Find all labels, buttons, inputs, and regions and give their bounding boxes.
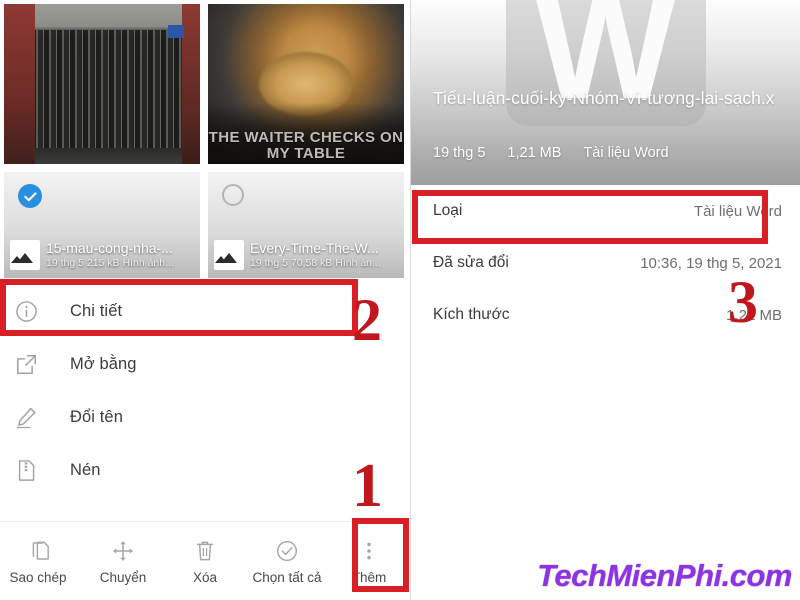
- file-meta: 19 thg 5 70,58 kB Hình ản...: [250, 257, 381, 269]
- file-label-overlay: Every-Time-The-W... 19 thg 5 70,58 kB Hì…: [208, 234, 404, 278]
- meta-date: 19 thg 5: [433, 145, 486, 161]
- detail-value: 10:36, 19 thg 5, 2021: [640, 254, 782, 272]
- watermark: TechMienPhi.com: [537, 558, 792, 593]
- details-header: W Tiếu-luận-cuối-kỳ-Nhóm-Vì-tương-lai-sạ…: [411, 0, 800, 185]
- detail-key: Kích thước: [433, 306, 510, 323]
- gate-sign-decor: [168, 24, 185, 38]
- menu-item-rename[interactable]: Đổi tên: [0, 391, 410, 444]
- toolbar-label: Sao chép: [9, 569, 67, 585]
- file-thumbnail-image: THE WAITER CHECKS ON MY TABLE: [208, 4, 404, 164]
- document-title: Tiếu-luận-cuối-kỳ-Nhóm-Vì-tương-lai-sạch…: [433, 88, 775, 108]
- meta-size: 1,21 MB: [507, 145, 562, 161]
- menu-item-open-with[interactable]: Mở bằng: [0, 338, 410, 391]
- detail-key: Loại: [433, 202, 463, 219]
- check-circle-icon: [275, 538, 299, 564]
- panel-divider: [410, 0, 411, 600]
- toolbar-button-more[interactable]: Thêm: [328, 522, 410, 600]
- context-menu: Chi tiết Mở bằng Đổi tên Nén: [0, 285, 410, 497]
- menu-item-label: Nén: [70, 461, 101, 479]
- file-name: Every-Time-The-W...: [250, 240, 379, 256]
- checkbox-checked-icon[interactable]: [18, 184, 42, 208]
- info-circle-icon: [14, 299, 54, 324]
- meme-caption-line-2: MY TABLE: [266, 145, 346, 162]
- detail-row-type: Loại Tài liệu Word: [411, 185, 800, 237]
- file-tile[interactable]: THE WAITER CHECKS ON MY TABLE Every-Time…: [208, 4, 404, 278]
- step-number-2: 2: [352, 287, 382, 353]
- step-number-3: 3: [728, 269, 758, 335]
- gate-post-decor: [182, 4, 200, 164]
- action-toolbar: Sao chép Chuyển Xóa Chọn tất cả Thêm: [0, 521, 410, 600]
- menu-item-details[interactable]: Chi tiết: [0, 285, 410, 338]
- open-in-new-icon: [14, 352, 54, 377]
- checkbox-unchecked-icon[interactable]: [222, 184, 244, 206]
- pencil-icon: [14, 405, 54, 430]
- image-file-icon: [214, 240, 244, 270]
- menu-item-label: Đổi tên: [70, 408, 123, 426]
- file-meta: 19 thg 5 215 kB Hình ảnh...: [46, 257, 174, 269]
- menu-item-label: Mở bằng: [70, 355, 137, 373]
- thumbnail-grid: 15-mau-cong-nha-... 19 thg 5 215 kB Hình…: [0, 0, 410, 282]
- toolbar-label: Chuyển: [99, 569, 147, 585]
- meme-caption: THE WAITER CHECKS ON MY TABLE: [208, 130, 404, 162]
- menu-item-label: Chi tiết: [70, 302, 123, 320]
- meme-caption-line-1: THE WAITER CHECKS ON: [208, 129, 404, 146]
- menu-item-compress[interactable]: Nén: [0, 444, 410, 497]
- toolbar-label: Thêm: [351, 569, 387, 585]
- file-tile[interactable]: 15-mau-cong-nha-... 19 thg 5 215 kB Hình…: [4, 4, 200, 278]
- step-number-1: 1: [352, 452, 383, 520]
- toolbar-button-move[interactable]: Chuyển: [82, 522, 164, 600]
- more-vertical-icon: [357, 538, 381, 564]
- detail-value: Tài liệu Word: [693, 202, 782, 220]
- toolbar-label: Chọn tất cả: [252, 569, 322, 585]
- screenshot-root: 15-mau-cong-nha-... 19 thg 5 215 kB Hình…: [0, 0, 800, 600]
- toolbar-button-select-all[interactable]: Chọn tất cả: [246, 522, 328, 600]
- copy-icon: [29, 538, 53, 564]
- trash-icon: [193, 538, 217, 564]
- file-name: 15-mau-cong-nha-...: [46, 240, 173, 256]
- toolbar-label: Xóa: [192, 569, 218, 585]
- file-manager-panel: 15-mau-cong-nha-... 19 thg 5 215 kB Hình…: [0, 0, 410, 600]
- file-label-overlay: 15-mau-cong-nha-... 19 thg 5 215 kB Hình…: [4, 234, 200, 278]
- toolbar-button-copy[interactable]: Sao chép: [0, 522, 82, 600]
- image-file-icon: [10, 240, 40, 270]
- document-meta: 19 thg 5 1,21 MB Tài liệu Word: [433, 145, 669, 161]
- meta-type: Tài liệu Word: [583, 145, 669, 161]
- detail-key: Đã sửa đổi: [433, 254, 509, 271]
- file-thumbnail-image: [4, 4, 200, 164]
- move-icon: [111, 538, 135, 564]
- compress-file-icon: [14, 458, 54, 483]
- toolbar-button-delete[interactable]: Xóa: [164, 522, 246, 600]
